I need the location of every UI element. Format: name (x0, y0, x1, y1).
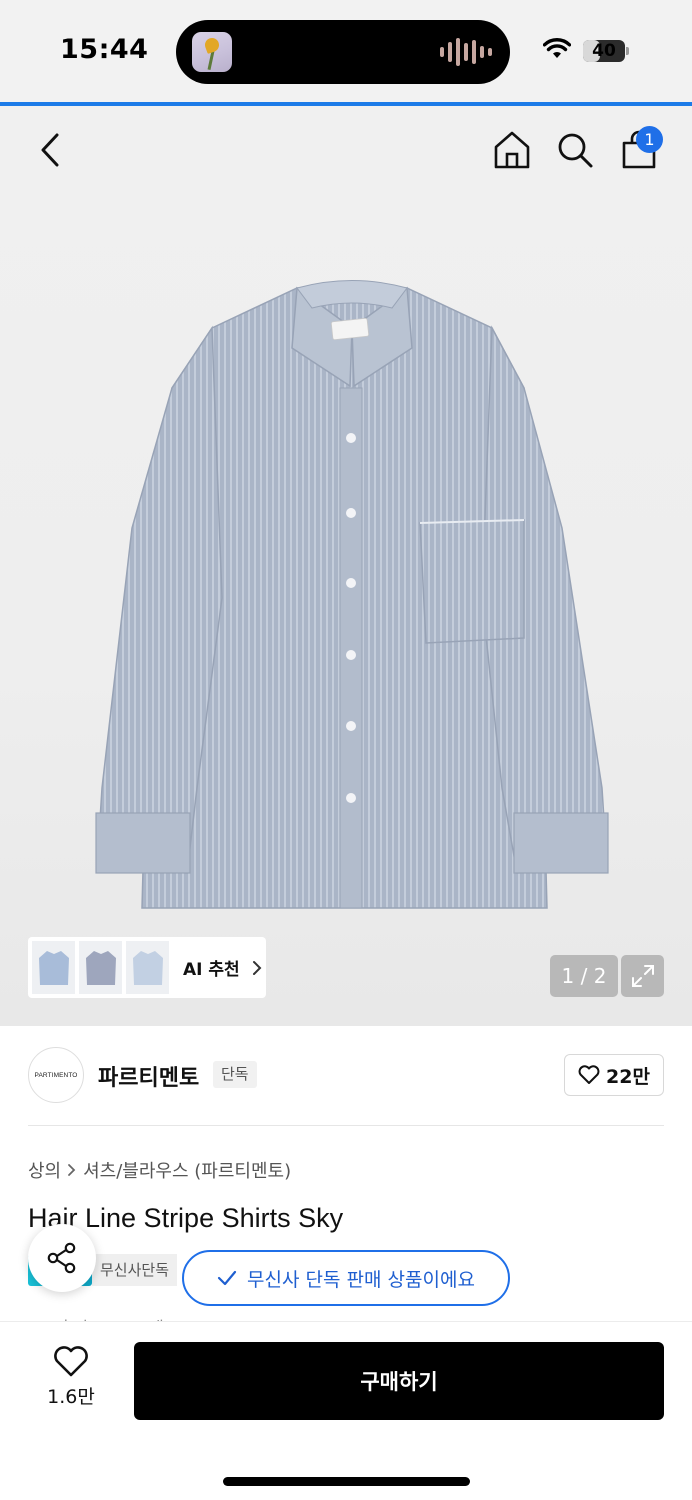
brand-row: PARTIMENTO 파르티멘토 단독 22만 (0, 1026, 692, 1126)
shirt-thumbnail-icon (38, 950, 69, 985)
brand-logo-text: PARTIMENTO (34, 1071, 78, 1079)
exclusive-tooltip-text: 무신사 단독 판매 상품이에요 (247, 1268, 475, 1291)
brand-like-count: 22만 (606, 1065, 650, 1088)
now-playing-artwork (192, 32, 232, 72)
wishlist-count: 1.6만 (47, 1386, 95, 1408)
home-indicator[interactable] (223, 1477, 470, 1486)
shirt-thumbnail-icon (85, 950, 116, 985)
home-button[interactable] (488, 126, 536, 174)
back-icon (41, 133, 59, 167)
heart-icon (578, 1065, 600, 1084)
breadcrumb-category[interactable]: 상의 (28, 1157, 61, 1183)
cart-count-badge: 1 (636, 126, 663, 153)
battery-percent: 40 (592, 41, 616, 61)
brand-name[interactable]: 파르티멘토 (98, 1060, 199, 1092)
dynamic-island[interactable] (176, 20, 510, 84)
section-divider (28, 1125, 664, 1126)
bottom-action-bar: 1.6만 구매하기 (0, 1321, 692, 1500)
check-icon (217, 1270, 237, 1286)
brand-exclusive-tag: 단독 (213, 1061, 257, 1088)
shirt-thumbnail-icon (132, 950, 163, 985)
ai-recommend-thumbnail[interactable] (79, 941, 122, 994)
ai-recommend-thumbnail[interactable] (126, 941, 169, 994)
product-image-shirt (95, 280, 609, 909)
battery-cap (626, 47, 629, 55)
exclusive-tooltip: 무신사 단독 판매 상품이에요 (182, 1250, 510, 1306)
wifi-icon (543, 38, 571, 58)
status-bar: 15:44 40 (0, 0, 692, 104)
ai-recommend-thumbnail[interactable] (32, 941, 75, 994)
wishlist-button[interactable]: 1.6만 (38, 1346, 104, 1409)
battery-indicator: 40 (583, 40, 625, 62)
breadcrumb: 상의 셔츠/블라우스 (파르티멘토) (28, 1157, 291, 1183)
home-icon (494, 131, 530, 169)
brand-like-button[interactable]: 22만 (564, 1054, 664, 1096)
gallery-page-counter: 1 / 2 (550, 955, 618, 997)
heart-icon (54, 1346, 88, 1377)
share-button[interactable] (28, 1224, 96, 1292)
search-button[interactable] (551, 126, 599, 174)
breadcrumb-subcategory[interactable]: 셔츠/블라우스 (파르티멘토) (83, 1157, 291, 1183)
expand-image-button[interactable] (621, 955, 664, 997)
ai-recommend-label: AI 추천 (183, 960, 240, 980)
audio-waveform-icon (440, 38, 492, 66)
search-icon (558, 133, 593, 168)
share-icon (47, 1242, 76, 1274)
buy-button[interactable]: 구매하기 (134, 1342, 664, 1420)
ai-recommendation-button[interactable]: AI 추천 (28, 937, 266, 998)
brand-logo[interactable]: PARTIMENTO (28, 1047, 84, 1103)
back-button[interactable] (26, 126, 74, 174)
exclusive-badge-label: 무신사단독 (92, 1254, 178, 1286)
expand-icon (631, 965, 654, 987)
chevron-right-icon (68, 1164, 76, 1176)
chevron-right-icon (252, 960, 262, 975)
status-time: 15:44 (60, 34, 149, 65)
